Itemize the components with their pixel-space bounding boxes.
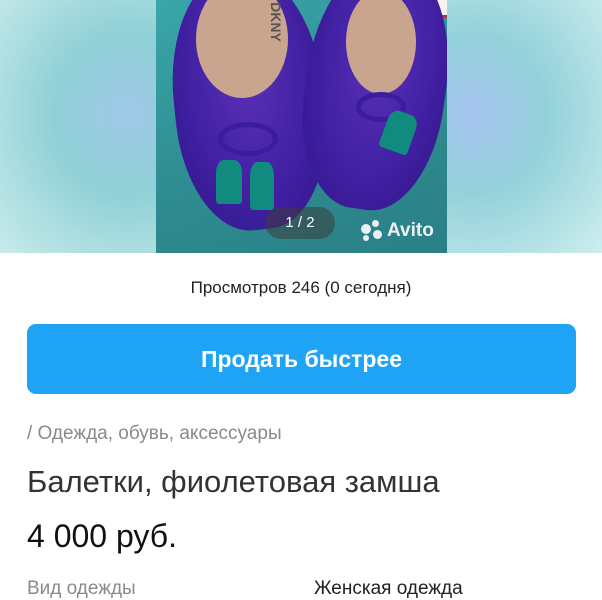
sell-faster-button[interactable]: Продать быстрее (27, 324, 576, 394)
photo-gallery[interactable]: DKNY 1 / 2 Avito (0, 0, 602, 253)
param-value: Женская одежда (314, 578, 463, 599)
tassel (216, 160, 242, 204)
photo-counter: 1 / 2 (265, 207, 335, 239)
watermark-text: Avito (387, 220, 434, 241)
param-label: Вид одежды (27, 578, 136, 599)
tassel (250, 162, 274, 210)
gallery-blur-left (0, 0, 160, 253)
avito-watermark: Avito (361, 220, 434, 242)
gallery-blur-right (442, 0, 602, 253)
listing-price: 4 000 руб. (27, 518, 177, 554)
listing-title: Балетки, фиолетовая замша (27, 464, 440, 499)
left-bow (218, 122, 278, 156)
breadcrumb[interactable]: / Одежда, обувь, аксессуары (27, 423, 282, 445)
avito-logo-icon (361, 220, 383, 242)
views-counter: Просмотров 246 (0 сегодня) (190, 278, 412, 297)
brand-label: DKNY (267, 2, 284, 42)
